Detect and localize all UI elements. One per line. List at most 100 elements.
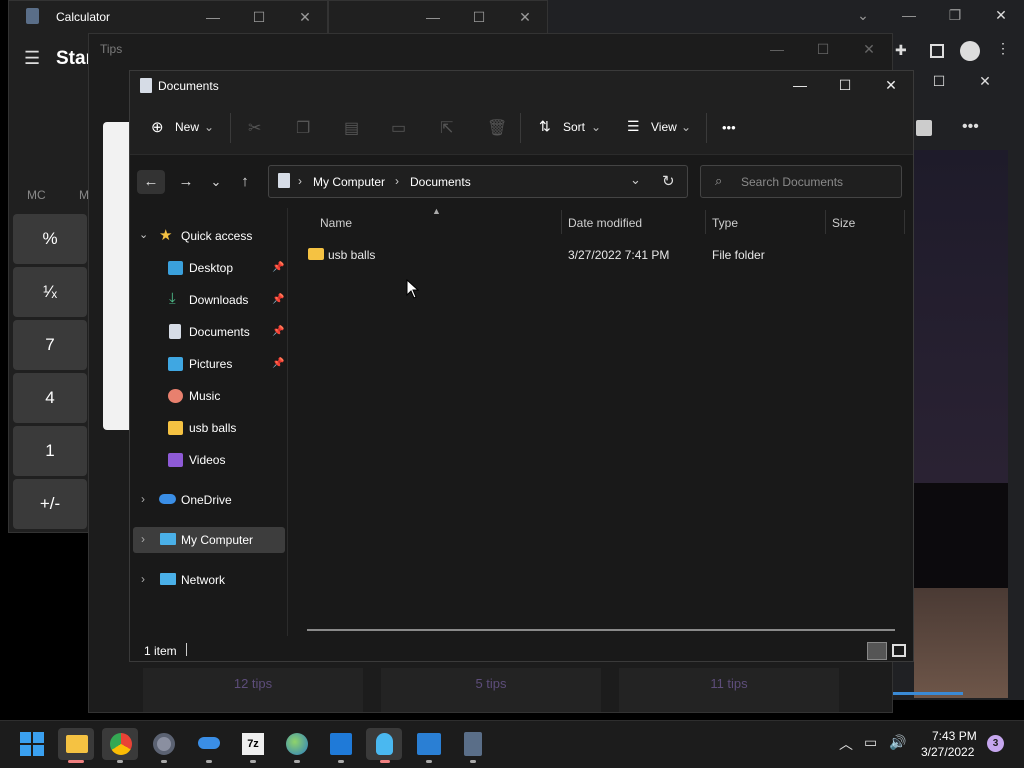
browser-minimize-button[interactable]: — bbox=[886, 0, 932, 30]
sidebar-toggle-icon[interactable] bbox=[930, 44, 944, 58]
search-input[interactable]: Search Documents bbox=[741, 175, 843, 189]
sidebar-item-onedrive[interactable]: OneDrive bbox=[181, 493, 232, 507]
browser-menu-icon[interactable]: ⋮ bbox=[996, 40, 1010, 57]
calculator-icon[interactable] bbox=[464, 732, 482, 756]
explorer-title: Documents bbox=[158, 79, 219, 93]
tips-maximize-button[interactable]: ☐ bbox=[800, 34, 846, 64]
sidebar-item-videos[interactable]: Videos bbox=[189, 453, 225, 467]
explorer-minimize-button[interactable]: — bbox=[777, 70, 823, 100]
show-hidden-icons-chevron-icon[interactable]: ︿ bbox=[839, 734, 853, 754]
view-button[interactable]: View bbox=[651, 120, 677, 134]
breadcrumb-documents[interactable]: Documents bbox=[410, 175, 471, 189]
earth-icon[interactable] bbox=[286, 733, 308, 755]
sidebar-item-network[interactable]: Network bbox=[181, 573, 225, 587]
bg-maximize-button[interactable]: ☐ bbox=[456, 2, 502, 32]
sidebar-item-desktop[interactable]: Desktop bbox=[189, 261, 233, 275]
browser2-close-button[interactable]: ✕ bbox=[962, 66, 1008, 96]
one-button[interactable]: 1 bbox=[13, 426, 87, 476]
rename-icon[interactable]: ▭ bbox=[391, 118, 406, 138]
sidebar-item-my-computer[interactable]: My Computer bbox=[181, 533, 253, 547]
column-divider[interactable] bbox=[561, 210, 562, 234]
sidebar-item-downloads[interactable]: Downloads bbox=[189, 293, 248, 307]
details-view-icon[interactable] bbox=[867, 642, 887, 660]
horizontal-scrollbar[interactable] bbox=[307, 629, 895, 631]
sidebar-item-documents[interactable]: Documents bbox=[189, 325, 250, 339]
calc-close-button[interactable]: ✕ bbox=[282, 2, 328, 32]
network-tray-icon[interactable]: ▭ bbox=[864, 734, 877, 751]
bg-minimize-button[interactable]: — bbox=[410, 2, 456, 32]
clock-date[interactable]: 3/27/2022 bbox=[921, 745, 974, 759]
see-more-button[interactable]: ••• bbox=[722, 120, 736, 135]
sidebar-item-pictures[interactable]: Pictures bbox=[189, 357, 232, 371]
explorer-maximize-button[interactable]: ☐ bbox=[822, 70, 868, 100]
tips-close-button[interactable]: ✕ bbox=[846, 34, 892, 64]
calendar-icon[interactable] bbox=[330, 733, 352, 755]
column-divider[interactable] bbox=[904, 210, 905, 234]
pin-icon[interactable]: 📌 bbox=[272, 294, 284, 305]
file-name[interactable]: usb balls bbox=[328, 248, 375, 262]
pin-icon[interactable]: 📌 bbox=[272, 358, 284, 369]
calc-minimize-button[interactable]: — bbox=[190, 2, 236, 32]
volume-icon[interactable]: 🔊 bbox=[889, 734, 906, 751]
copy-icon[interactable]: ❐ bbox=[296, 118, 310, 138]
onedrive-chevron-icon[interactable]: › bbox=[141, 492, 145, 506]
column-divider[interactable] bbox=[705, 210, 706, 234]
browser2-restore-button[interactable]: ☐ bbox=[916, 66, 962, 96]
negate-button[interactable]: +/- bbox=[13, 479, 87, 529]
percent-button[interactable]: % bbox=[13, 214, 87, 264]
recent-locations-chevron-icon[interactable]: ⌄ bbox=[202, 170, 230, 194]
calc-maximize-button[interactable]: ☐ bbox=[236, 2, 282, 32]
column-header-date[interactable]: Date modified bbox=[568, 216, 642, 230]
tips-count: 11 tips bbox=[710, 676, 748, 691]
pin-icon[interactable]: 📌 bbox=[272, 262, 284, 273]
four-button[interactable]: 4 bbox=[13, 373, 87, 423]
explorer-close-button[interactable]: ✕ bbox=[868, 70, 914, 100]
forward-arrow-icon[interactable]: → bbox=[172, 170, 200, 194]
hamburger-menu-icon[interactable]: ☰ bbox=[24, 48, 40, 69]
start-icon[interactable] bbox=[20, 732, 44, 756]
media-icon[interactable] bbox=[417, 733, 441, 755]
large-icons-view-icon[interactable] bbox=[892, 644, 906, 657]
7zip-icon[interactable]: 7z bbox=[242, 733, 264, 755]
column-divider[interactable] bbox=[825, 210, 826, 234]
browser-tabs-chevron-icon[interactable]: ⌄ bbox=[840, 0, 886, 30]
seven-button[interactable]: 7 bbox=[13, 320, 87, 370]
sidebar-item-usb-balls[interactable]: usb balls bbox=[189, 421, 236, 435]
delete-icon[interactable]: 🗑 bbox=[487, 118, 507, 138]
downloads-icon: ⤓ bbox=[169, 290, 176, 307]
reciprocal-button[interactable]: ¹⁄ₓ bbox=[13, 267, 87, 317]
bg-close-button[interactable]: ✕ bbox=[502, 2, 548, 32]
browser-restore-button[interactable]: ❐ bbox=[932, 0, 978, 30]
clock-time[interactable]: 7:43 PM bbox=[932, 729, 977, 743]
pin-icon[interactable]: 📌 bbox=[272, 326, 284, 337]
notification-badge[interactable]: 3 bbox=[987, 735, 1004, 752]
profile-avatar-icon[interactable] bbox=[960, 41, 980, 61]
more-options-icon[interactable]: ••• bbox=[962, 118, 979, 136]
share-icon[interactable]: ⇱ bbox=[440, 118, 453, 138]
refresh-icon[interactable]: ↻ bbox=[662, 172, 675, 190]
extensions-icon[interactable]: ✚ bbox=[895, 42, 907, 59]
column-header-type[interactable]: Type bbox=[712, 216, 738, 230]
onedrive-app-icon[interactable] bbox=[198, 737, 220, 749]
sidebar-item-quick-access[interactable]: Quick access bbox=[181, 229, 252, 243]
browser-close-button[interactable]: ✕ bbox=[978, 0, 1024, 30]
up-arrow-icon[interactable]: ↑ bbox=[231, 170, 259, 194]
address-dropdown-chevron-icon[interactable]: ⌄ bbox=[630, 172, 641, 188]
store-icon[interactable] bbox=[916, 120, 932, 136]
new-button[interactable]: New bbox=[175, 120, 199, 134]
sidebar-item-music[interactable]: Music bbox=[189, 389, 220, 403]
quick-access-chevron-icon[interactable]: ⌄ bbox=[139, 228, 148, 241]
paste-icon[interactable]: ▤ bbox=[344, 118, 359, 138]
breadcrumb-my-computer[interactable]: My Computer bbox=[313, 175, 385, 189]
network-chevron-icon[interactable]: › bbox=[141, 572, 145, 586]
tips-minimize-button[interactable]: — bbox=[754, 34, 800, 64]
sort-button[interactable]: Sort bbox=[563, 120, 585, 134]
item-count: 1 item bbox=[144, 644, 177, 658]
cut-icon[interactable]: ✂ bbox=[248, 118, 261, 138]
back-arrow-icon[interactable]: ← bbox=[137, 170, 165, 194]
column-header-size[interactable]: Size bbox=[832, 216, 855, 230]
my-computer-chevron-icon[interactable]: › bbox=[141, 532, 145, 546]
memory-clear-button[interactable]: MC bbox=[27, 188, 46, 202]
settings-icon[interactable] bbox=[153, 733, 175, 755]
column-header-name[interactable]: Name bbox=[320, 216, 352, 230]
